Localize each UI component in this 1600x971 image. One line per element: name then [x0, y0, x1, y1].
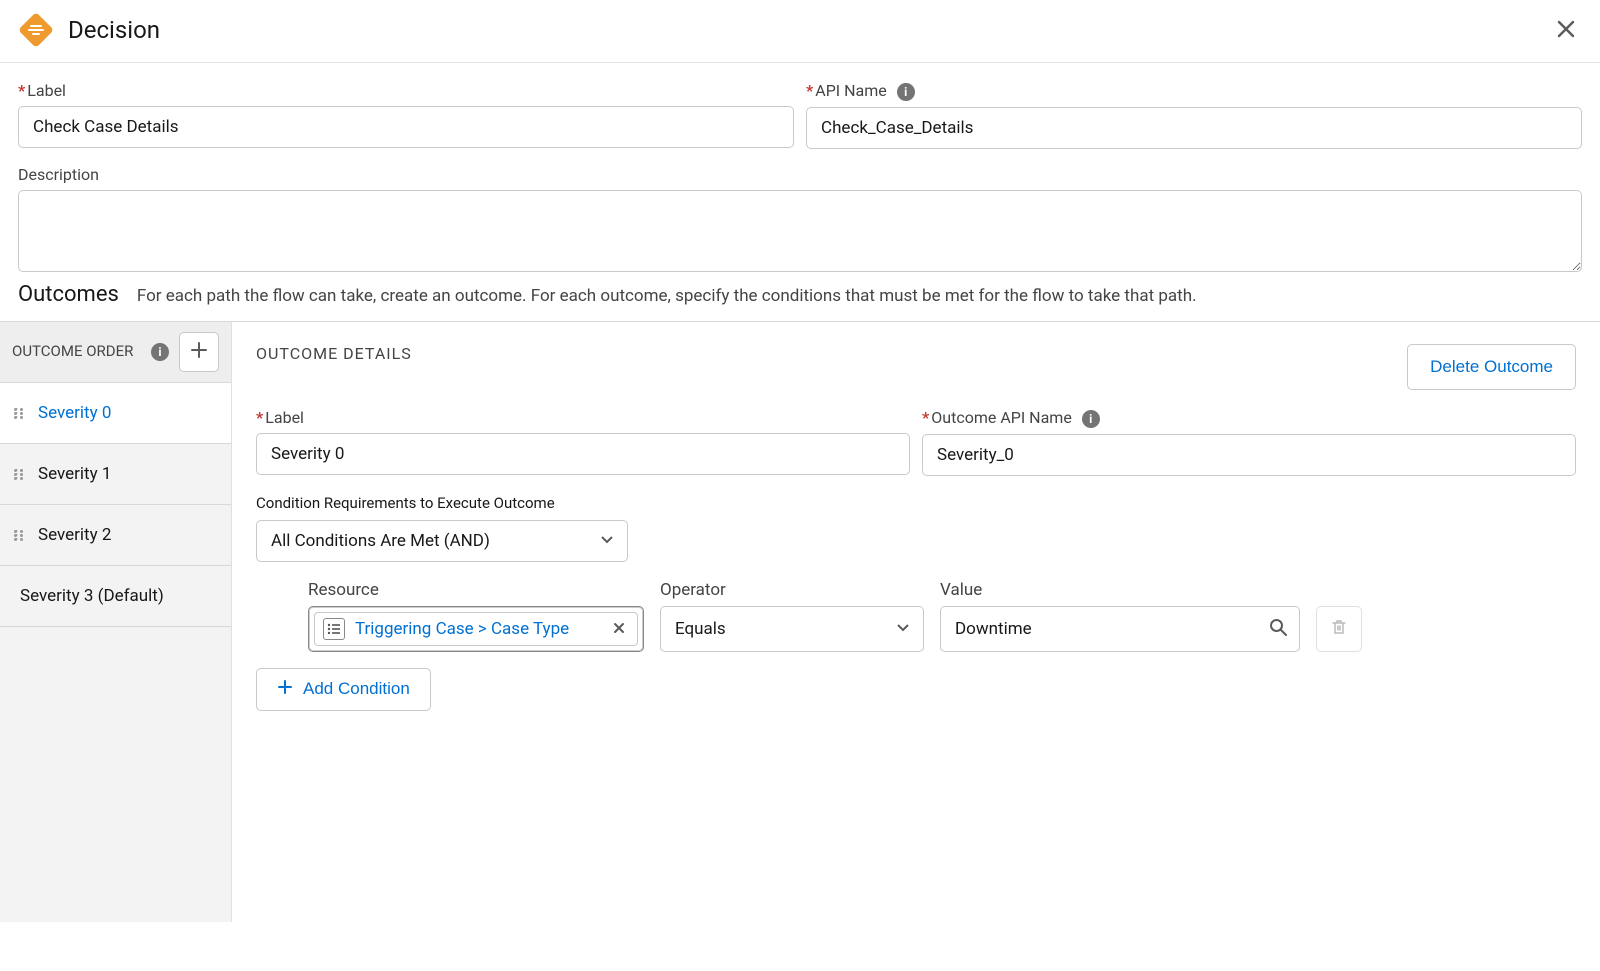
value-column-label: Value	[940, 580, 1300, 600]
info-icon[interactable]: i	[897, 83, 915, 101]
operator-column-label: Operator	[660, 580, 924, 600]
outcomes-heading: Outcomes	[18, 282, 119, 307]
modal-header: Decision	[0, 0, 1600, 63]
label-field-label: Label	[18, 81, 794, 100]
plus-icon	[190, 341, 208, 363]
modal-title: Decision	[68, 16, 1550, 44]
decision-icon	[18, 12, 54, 48]
resource-pill-text: Triggering Case > Case Type	[355, 619, 599, 639]
close-icon	[613, 618, 625, 639]
plus-icon	[277, 679, 293, 700]
sidebar-item-outcome[interactable]: Severity 0	[0, 383, 231, 444]
outcomes-main: OUTCOME ORDER i Severity 0 Severity	[0, 321, 1600, 922]
sidebar-item-default-outcome[interactable]: Severity 3 (Default)	[0, 566, 231, 627]
condition-requirements-select[interactable]: All Conditions Are Met (AND)	[256, 520, 628, 562]
drag-handle-icon[interactable]	[14, 530, 24, 540]
label-input[interactable]	[18, 106, 794, 148]
sidebar-item-label: Severity 3 (Default)	[20, 586, 164, 606]
resource-column-label: Resource	[308, 580, 644, 600]
outcome-api-name-input[interactable]	[922, 434, 1576, 476]
outcome-label-label: Label	[256, 408, 910, 427]
outcome-order-label: OUTCOME ORDER	[12, 342, 145, 361]
sidebar-item-outcome[interactable]: Severity 1	[0, 444, 231, 505]
outcomes-help-text: For each path the flow can take, create …	[137, 286, 1197, 306]
outcome-api-name-label: Outcome API Name i	[922, 408, 1576, 428]
outcome-details-title: OUTCOME DETAILS	[256, 344, 1407, 363]
search-icon	[1268, 617, 1288, 641]
decision-form: Label API Name i Description	[0, 63, 1600, 282]
sidebar-item-label: Severity 1	[38, 464, 111, 484]
list-icon	[323, 618, 345, 640]
sidebar-item-label: Severity 0	[38, 403, 111, 423]
api-name-input[interactable]	[806, 107, 1582, 149]
delete-condition-button[interactable]	[1316, 606, 1362, 652]
outcome-api-name-label-text: Outcome API Name	[922, 408, 1072, 427]
resource-input[interactable]: Triggering Case > Case Type	[308, 606, 644, 652]
trash-icon	[1330, 618, 1348, 640]
value-input[interactable]	[940, 606, 1300, 652]
resource-pill-remove[interactable]	[609, 618, 629, 639]
drag-handle-icon[interactable]	[14, 408, 24, 418]
sidebar-item-outcome[interactable]: Severity 2	[0, 505, 231, 566]
outcome-order-sidebar: OUTCOME ORDER i Severity 0 Severity	[0, 322, 232, 922]
close-button[interactable]	[1550, 16, 1582, 44]
description-textarea[interactable]	[18, 190, 1582, 272]
operator-select[interactable]: Equals	[660, 606, 924, 652]
add-condition-label: Add Condition	[303, 679, 410, 699]
api-name-field-label: API Name i	[806, 81, 1582, 101]
api-name-label-text: API Name	[806, 81, 887, 100]
condition-requirements-label: Condition Requirements to Execute Outcom…	[256, 494, 576, 512]
drag-handle-icon[interactable]	[14, 469, 24, 479]
outcomes-heading-row: Outcomes For each path the flow can take…	[0, 282, 1600, 321]
delete-outcome-button[interactable]: Delete Outcome	[1407, 344, 1576, 390]
add-condition-button[interactable]: Add Condition	[256, 668, 431, 711]
add-outcome-button[interactable]	[179, 332, 219, 372]
close-icon	[1556, 13, 1576, 46]
info-icon[interactable]: i	[1082, 410, 1100, 428]
outcome-details-panel: OUTCOME DETAILS Delete Outcome Label Out…	[232, 322, 1600, 922]
sidebar-item-label: Severity 2	[38, 525, 111, 545]
outcome-label-input[interactable]	[256, 433, 910, 475]
description-label: Description	[18, 165, 1582, 184]
resource-pill: Triggering Case > Case Type	[314, 612, 638, 646]
condition-row: Resource Triggering Case > Case Type	[308, 580, 1576, 652]
info-icon[interactable]: i	[151, 343, 169, 361]
outcome-order-header: OUTCOME ORDER i	[0, 322, 231, 383]
